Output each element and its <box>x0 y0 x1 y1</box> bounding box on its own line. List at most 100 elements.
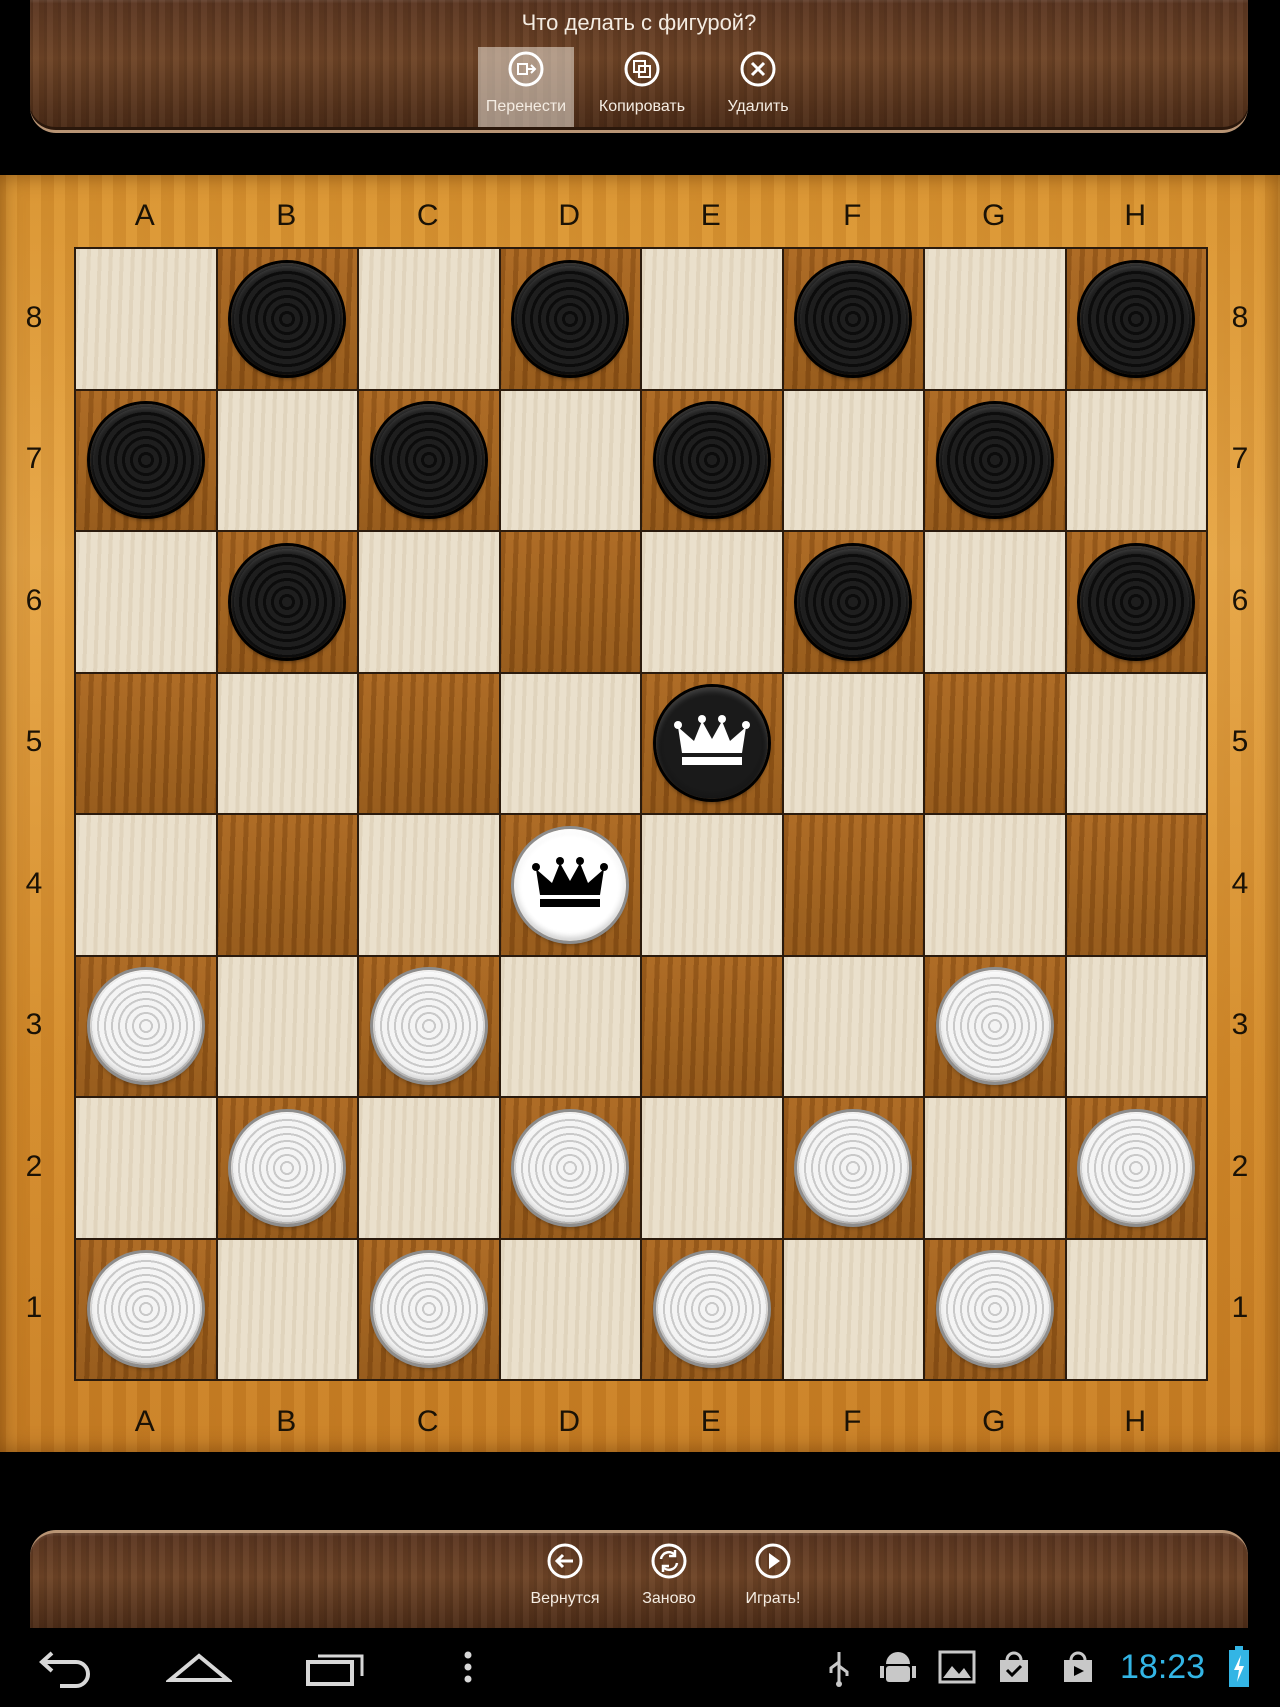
square-h8[interactable] <box>1065 248 1207 390</box>
checkers-board[interactable] <box>74 247 1208 1381</box>
recent-apps-icon[interactable] <box>304 1648 366 1693</box>
white-man-piece[interactable] <box>514 1111 627 1224</box>
square-e6[interactable] <box>641 531 783 673</box>
square-b5[interactable] <box>216 672 358 814</box>
black-man-piece[interactable] <box>797 545 910 658</box>
white-man-piece[interactable] <box>231 1111 344 1224</box>
square-b4[interactable] <box>216 814 358 956</box>
white-man-piece[interactable] <box>655 1253 768 1366</box>
square-d1[interactable] <box>499 1238 641 1380</box>
square-c7[interactable] <box>358 389 500 531</box>
white-man-piece[interactable] <box>372 1253 485 1366</box>
white-king-piece[interactable] <box>514 828 627 941</box>
black-king-piece[interactable] <box>655 687 768 800</box>
square-b8[interactable] <box>216 248 358 390</box>
square-e7[interactable] <box>641 389 783 531</box>
square-h1[interactable] <box>1065 1238 1207 1380</box>
black-man-piece[interactable] <box>797 262 910 375</box>
square-a8[interactable] <box>75 248 217 390</box>
play-button[interactable]: Играть! <box>725 1541 821 1608</box>
square-f5[interactable] <box>782 672 924 814</box>
square-h7[interactable] <box>1065 389 1207 531</box>
copy-button[interactable]: Копировать <box>594 49 690 116</box>
square-e5[interactable] <box>641 672 783 814</box>
black-man-piece[interactable] <box>1080 262 1193 375</box>
square-e2[interactable] <box>641 1097 783 1239</box>
square-f3[interactable] <box>782 955 924 1097</box>
square-a1[interactable] <box>75 1238 217 1380</box>
panel-title: Что делать с фигурой? <box>521 10 757 35</box>
square-h4[interactable] <box>1065 814 1207 956</box>
black-man-piece[interactable] <box>231 262 344 375</box>
square-d3[interactable] <box>499 955 641 1097</box>
square-g4[interactable] <box>924 814 1066 956</box>
restart-button[interactable]: Заново <box>621 1541 717 1608</box>
square-h5[interactable] <box>1065 672 1207 814</box>
square-e3[interactable] <box>641 955 783 1097</box>
black-man-piece[interactable] <box>655 404 768 517</box>
square-d7[interactable] <box>499 389 641 531</box>
square-b1[interactable] <box>216 1238 358 1380</box>
square-b7[interactable] <box>216 389 358 531</box>
square-a2[interactable] <box>75 1097 217 1239</box>
square-f6[interactable] <box>782 531 924 673</box>
square-g6[interactable] <box>924 531 1066 673</box>
square-e1[interactable] <box>641 1238 783 1380</box>
home-icon[interactable] <box>164 1648 234 1693</box>
white-man-piece[interactable] <box>797 1111 910 1224</box>
square-c4[interactable] <box>358 814 500 956</box>
white-man-piece[interactable] <box>372 970 485 1083</box>
square-d2[interactable] <box>499 1097 641 1239</box>
square-b3[interactable] <box>216 955 358 1097</box>
black-man-piece[interactable] <box>89 404 202 517</box>
white-man-piece[interactable] <box>938 1253 1051 1366</box>
square-f4[interactable] <box>782 814 924 956</box>
delete-button[interactable]: Удалить <box>710 49 806 116</box>
square-b2[interactable] <box>216 1097 358 1239</box>
square-h3[interactable] <box>1065 955 1207 1097</box>
square-d4[interactable] <box>499 814 641 956</box>
square-f1[interactable] <box>782 1238 924 1380</box>
back-icon[interactable] <box>34 1648 96 1693</box>
square-f8[interactable] <box>782 248 924 390</box>
black-man-piece[interactable] <box>231 545 344 658</box>
square-g7[interactable] <box>924 389 1066 531</box>
overflow-menu-icon[interactable] <box>460 1650 476 1691</box>
square-g2[interactable] <box>924 1097 1066 1239</box>
square-a3[interactable] <box>75 955 217 1097</box>
square-b6[interactable] <box>216 531 358 673</box>
white-man-piece[interactable] <box>89 970 202 1083</box>
square-a5[interactable] <box>75 672 217 814</box>
black-man-piece[interactable] <box>1080 545 1193 658</box>
square-e4[interactable] <box>641 814 783 956</box>
square-a4[interactable] <box>75 814 217 956</box>
black-man-piece[interactable] <box>372 404 485 517</box>
black-man-piece[interactable] <box>938 404 1051 517</box>
square-c5[interactable] <box>358 672 500 814</box>
square-d5[interactable] <box>499 672 641 814</box>
move-button[interactable]: Перенести <box>478 47 574 127</box>
square-d8[interactable] <box>499 248 641 390</box>
square-h6[interactable] <box>1065 531 1207 673</box>
white-man-piece[interactable] <box>938 970 1051 1083</box>
square-g8[interactable] <box>924 248 1066 390</box>
square-g1[interactable] <box>924 1238 1066 1380</box>
square-c2[interactable] <box>358 1097 500 1239</box>
square-f7[interactable] <box>782 389 924 531</box>
square-a6[interactable] <box>75 531 217 673</box>
square-c6[interactable] <box>358 531 500 673</box>
square-c8[interactable] <box>358 248 500 390</box>
black-man-piece[interactable] <box>514 262 627 375</box>
undo-button[interactable]: Вернутся <box>517 1541 613 1608</box>
square-f2[interactable] <box>782 1097 924 1239</box>
square-c1[interactable] <box>358 1238 500 1380</box>
white-man-piece[interactable] <box>1080 1111 1193 1224</box>
square-g3[interactable] <box>924 955 1066 1097</box>
square-e8[interactable] <box>641 248 783 390</box>
square-d6[interactable] <box>499 531 641 673</box>
square-h2[interactable] <box>1065 1097 1207 1239</box>
white-man-piece[interactable] <box>89 1253 202 1366</box>
square-c3[interactable] <box>358 955 500 1097</box>
square-a7[interactable] <box>75 389 217 531</box>
square-g5[interactable] <box>924 672 1066 814</box>
